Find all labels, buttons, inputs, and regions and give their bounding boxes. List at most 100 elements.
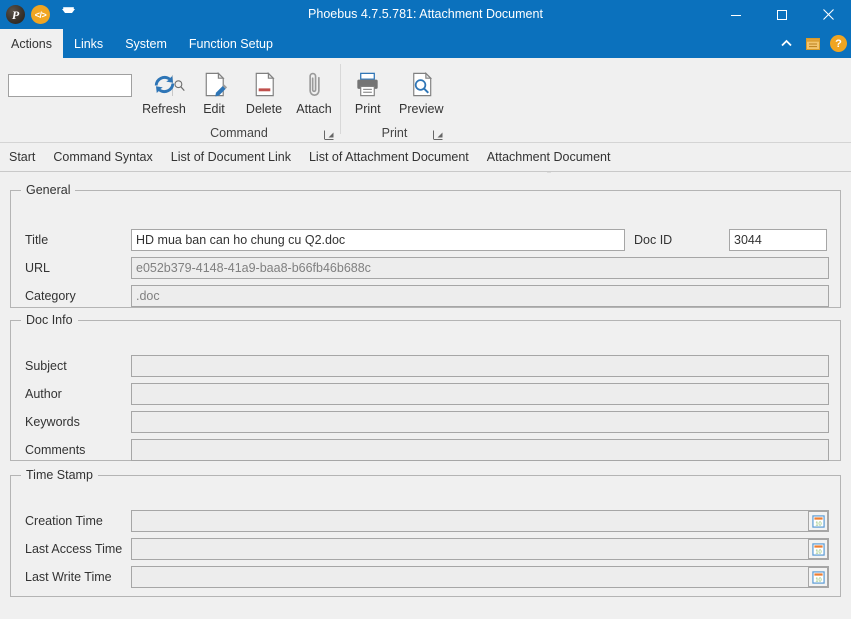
edit-button[interactable]: Edit	[189, 63, 239, 116]
printer-icon	[352, 67, 383, 101]
command-group-title: Command	[210, 126, 268, 140]
url-value: e052b379-4148-41a9-baa8-b66fb46b688c	[136, 261, 371, 275]
form-area: General Title HD mua ban can ho chung cu…	[0, 173, 851, 619]
category-label: Category	[25, 289, 76, 303]
comments-input[interactable]	[131, 439, 829, 461]
print-button[interactable]: Print	[341, 63, 395, 116]
ribbon-tab-function-setup[interactable]: Function Setup	[178, 29, 284, 58]
refresh-icon	[149, 67, 180, 101]
attach-button[interactable]: Attach	[289, 63, 339, 116]
doc-tab-list-of-attachment-document[interactable]: List of Attachment Document	[300, 143, 478, 172]
general-section: General Title HD mua ban can ho chung cu…	[10, 183, 841, 308]
url-label: URL	[25, 261, 51, 275]
keywords-label: Keywords	[25, 415, 80, 429]
minimize-icon[interactable]	[713, 0, 759, 29]
window-controls	[713, 0, 851, 29]
doc-tab-attachment-document[interactable]: Attachment Document	[478, 143, 620, 172]
paperclip-icon	[299, 67, 330, 101]
delete-label: Delete	[245, 102, 283, 116]
command-dialog-launcher-icon[interactable]	[324, 128, 335, 140]
refresh-button[interactable]: Refresh	[139, 63, 189, 116]
quick-access-toolbar: P </>	[6, 0, 76, 29]
title-bar: P </> Phoebus 4.7.5.781: Attachment Docu…	[0, 0, 851, 29]
title-input[interactable]: HD mua ban can ho chung cu Q2.doc	[131, 229, 625, 251]
print-dialog-launcher-icon[interactable]	[433, 128, 444, 140]
doc-info-legend: Doc Info	[26, 313, 73, 327]
ribbon-tab-links[interactable]: Links	[63, 29, 114, 58]
refresh-label: Refresh	[142, 102, 186, 116]
close-icon[interactable]	[805, 0, 851, 29]
application-window: P </> Phoebus 4.7.5.781: Attachment Docu…	[0, 0, 851, 619]
ribbon-group-print: Print Preview Print	[341, 60, 448, 143]
maximize-icon[interactable]	[759, 0, 805, 29]
ribbon-group-command: Refresh Edit Delete Attach Command	[139, 60, 339, 143]
author-label: Author	[25, 387, 62, 401]
url-input[interactable]: e052b379-4148-41a9-baa8-b66fb46b688c	[131, 257, 829, 279]
title-row: Title HD mua ban can ho chung cu Q2.doc …	[25, 229, 827, 251]
delete-document-icon	[249, 67, 280, 101]
creation-time-row: Creation Time 10	[25, 510, 829, 532]
url-row: URL e052b379-4148-41a9-baa8-b66fb46b688c	[25, 257, 829, 279]
general-legend: General	[26, 183, 71, 197]
last-access-time-input[interactable]: 10	[131, 538, 829, 560]
edit-label: Edit	[203, 102, 225, 116]
doc-id-value: 3044	[734, 233, 762, 247]
doc-info-section: Doc Info Subject Author Keywords Comment…	[10, 313, 841, 461]
doc-id-label: Doc ID	[634, 233, 673, 247]
ribbon-right-controls: ?	[776, 29, 847, 58]
last-write-time-input[interactable]: 10	[131, 566, 829, 588]
preview-button[interactable]: Preview	[395, 63, 449, 116]
collapse-ribbon-icon[interactable]	[776, 34, 796, 54]
document-tab-strip: Start Command Syntax List of Document Li…	[0, 143, 851, 172]
last-write-time-calendar-icon[interactable]: 10	[808, 567, 828, 587]
ribbon: Refresh Edit Delete Attach Command Print…	[0, 58, 851, 143]
doc-tab-list-of-document-link[interactable]: List of Document Link	[162, 143, 300, 172]
keywords-input[interactable]	[131, 411, 829, 433]
code-icon[interactable]: </>	[31, 5, 50, 24]
edit-document-icon	[199, 67, 230, 101]
author-input[interactable]	[131, 383, 829, 405]
category-input[interactable]: .doc	[131, 285, 829, 307]
preview-label: Preview	[399, 102, 444, 116]
print-group-title: Print	[381, 126, 408, 140]
time-stamp-legend: Time Stamp	[26, 468, 93, 482]
keywords-row: Keywords	[25, 411, 829, 433]
author-row: Author	[25, 383, 829, 405]
app-logo-icon[interactable]: P	[6, 5, 25, 24]
search-box[interactable]	[8, 74, 185, 97]
window-list-icon[interactable]	[803, 34, 823, 54]
chevron-down-icon[interactable]	[60, 5, 76, 24]
last-access-time-label: Last Access Time	[25, 542, 123, 556]
help-icon[interactable]: ?	[830, 35, 847, 52]
print-preview-icon	[406, 67, 437, 101]
last-write-time-label: Last Write Time	[25, 570, 112, 584]
ribbon-tab-actions[interactable]: Actions	[0, 29, 63, 58]
comments-label: Comments	[25, 443, 86, 457]
creation-time-calendar-icon[interactable]: 10	[808, 511, 828, 531]
category-value: .doc	[136, 289, 160, 303]
category-row: Category .doc	[25, 285, 829, 307]
time-stamp-section: Time Stamp Creation Time 10 Last Access	[10, 468, 841, 597]
ribbon-tab-system[interactable]: System	[114, 29, 178, 58]
attach-label: Attach	[296, 102, 332, 116]
doc-tab-start[interactable]: Start	[0, 143, 44, 172]
subject-row: Subject	[25, 355, 829, 377]
svg-text:10: 10	[815, 549, 821, 555]
creation-time-label: Creation Time	[25, 514, 103, 528]
last-write-time-row: Last Write Time 10	[25, 566, 829, 588]
last-access-time-calendar-icon[interactable]: 10	[808, 539, 828, 559]
creation-time-input[interactable]: 10	[131, 510, 829, 532]
svg-text:10: 10	[815, 577, 821, 583]
title-value: HD mua ban can ho chung cu Q2.doc	[136, 233, 346, 247]
delete-button[interactable]: Delete	[239, 63, 289, 116]
ribbon-tab-strip: Actions Links System Function Setup	[0, 29, 851, 58]
print-label: Print	[354, 102, 381, 116]
doc-id-input[interactable]: 3044	[729, 229, 827, 251]
subject-input[interactable]	[131, 355, 829, 377]
subject-label: Subject	[25, 359, 67, 373]
comments-row: Comments	[25, 439, 829, 461]
last-access-time-row: Last Access Time 10	[25, 538, 829, 560]
svg-text:10: 10	[815, 521, 821, 527]
title-label: Title	[25, 233, 49, 247]
doc-tab-command-syntax[interactable]: Command Syntax	[44, 143, 161, 172]
